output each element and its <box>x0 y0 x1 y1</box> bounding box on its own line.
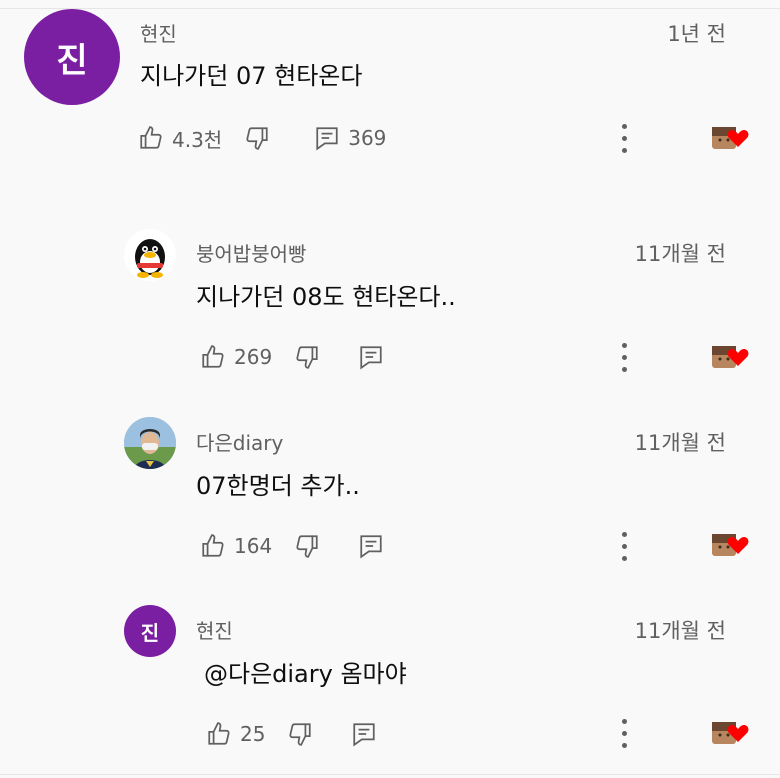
like-count: 164 <box>234 534 273 558</box>
profile-photo-icon <box>124 417 176 469</box>
reply-icon <box>316 127 338 151</box>
comment-actions: 164 <box>200 526 384 566</box>
thumbs-down-icon <box>296 346 318 369</box>
reply-icon <box>353 723 376 747</box>
like-button[interactable]: 164 <box>200 533 272 559</box>
dislike-button[interactable] <box>287 721 313 747</box>
comment-author[interactable]: 붕어밥붕어빵 <box>196 238 306 267</box>
dislike-button[interactable] <box>294 344 320 370</box>
like-count: 269 <box>234 345 273 369</box>
more-options-button[interactable] <box>619 719 629 748</box>
dislike-button[interactable] <box>294 533 320 559</box>
thumbs-up-icon <box>202 345 224 368</box>
avatar[interactable]: 진 <box>124 605 176 657</box>
comment-time: 11개월 전 <box>634 242 726 266</box>
thumbs-down-icon <box>289 723 312 746</box>
reply-button[interactable]: 369 <box>314 125 386 151</box>
like-button[interactable]: 25 <box>206 721 265 747</box>
comment-time: 11개월 전 <box>634 431 726 455</box>
comment-author[interactable]: 다은diary <box>196 427 283 456</box>
comment-text: @다은diary 옴마야 <box>204 660 407 688</box>
like-count: 25 <box>240 722 266 746</box>
more-options-button[interactable] <box>619 343 629 372</box>
reply-button[interactable] <box>351 721 377 747</box>
reply-button[interactable] <box>358 533 384 559</box>
dislike-button[interactable] <box>244 125 270 151</box>
reply-count: 369 <box>348 126 387 150</box>
comment-text: 07한명더 추가.. <box>196 472 360 500</box>
reply-icon <box>360 535 382 559</box>
like-button[interactable]: 269 <box>200 344 272 370</box>
thumbs-down-icon <box>246 127 268 150</box>
comment-author[interactable]: 현진 <box>140 18 177 47</box>
avatar-letter: 진 <box>140 620 160 645</box>
reply-icon <box>360 346 382 370</box>
thumbs-up-icon <box>140 126 162 149</box>
creator-heart-icon <box>712 720 750 746</box>
thumbs-up-icon <box>202 534 224 557</box>
avatar[interactable] <box>124 417 176 469</box>
bottom-divider <box>0 774 780 775</box>
more-options-button[interactable] <box>619 124 629 153</box>
comment-author[interactable]: 현진 <box>196 615 233 644</box>
creator-heart-icon <box>712 532 750 558</box>
comment-time: 11개월 전 <box>634 619 726 643</box>
reply-button[interactable] <box>358 344 384 370</box>
like-button[interactable]: 4.3천 <box>138 124 222 153</box>
comment-actions: 25 <box>206 714 377 754</box>
creator-heart-icon <box>712 125 750 151</box>
comment-text: 지나가던 07 현타온다 <box>140 62 363 90</box>
avatar-letter: 진 <box>56 40 88 81</box>
thumbs-up-icon <box>208 722 230 745</box>
avatar[interactable]: 진 <box>24 9 120 105</box>
penguin-avatar-icon <box>124 229 176 281</box>
comment-actions: 4.3천 369 <box>138 118 386 158</box>
comment-time: 1년 전 <box>667 22 726 46</box>
comment-actions: 269 <box>200 337 384 377</box>
thumbs-down-icon <box>296 535 318 558</box>
avatar[interactable] <box>124 229 176 281</box>
like-count: 4.3천 <box>172 127 223 152</box>
more-options-button[interactable] <box>619 532 629 561</box>
top-divider <box>0 8 780 9</box>
creator-heart-icon <box>712 344 750 370</box>
comment-text: 지나가던 08도 현타온다.. <box>196 283 456 311</box>
